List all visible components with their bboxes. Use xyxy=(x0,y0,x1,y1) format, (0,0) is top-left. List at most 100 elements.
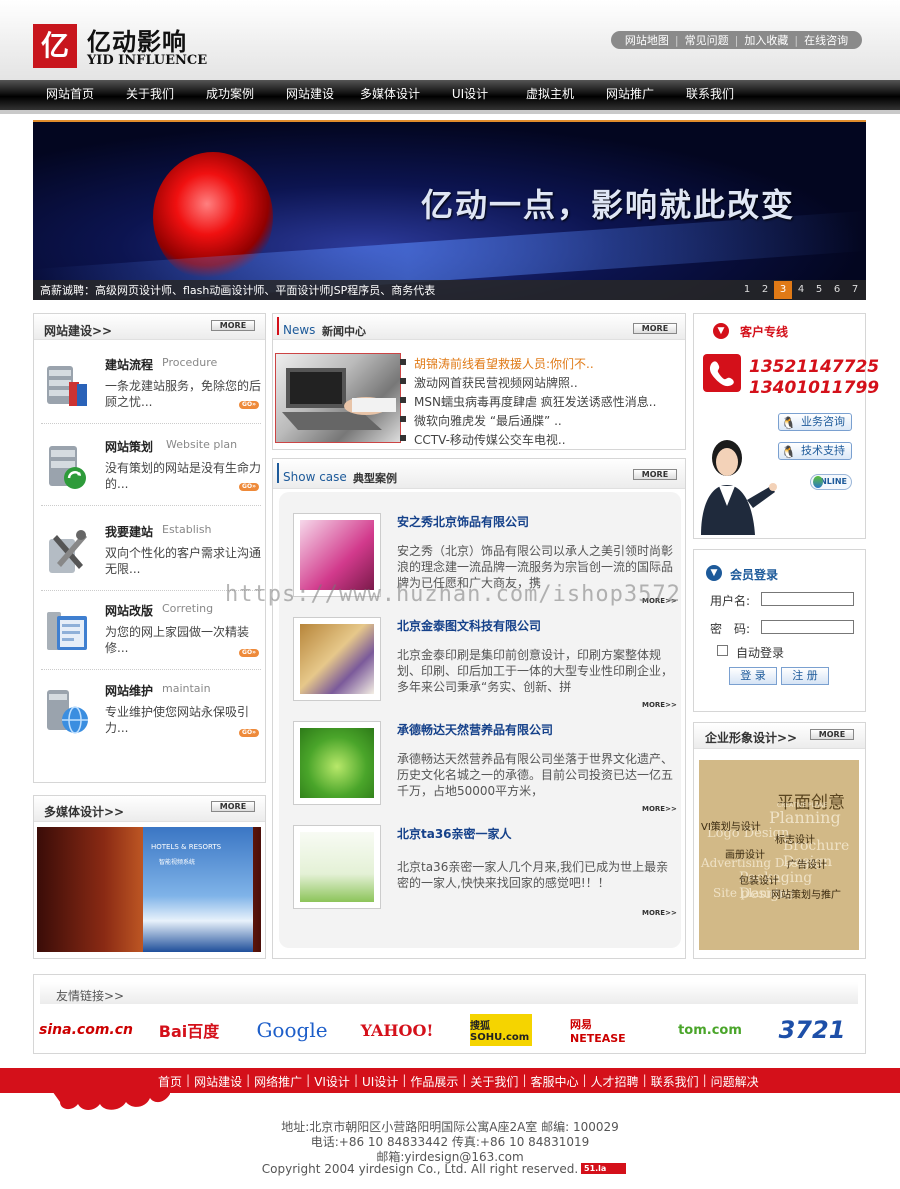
nav-contact[interactable]: 联系我们 xyxy=(670,80,750,110)
banner-page[interactable]: 1 xyxy=(738,281,756,299)
business-consult-button[interactable]: 🐧 业务咨询 xyxy=(778,413,852,431)
footer-link[interactable]: 网站建设 xyxy=(194,1073,242,1090)
partner-3721[interactable]: 3721 xyxy=(776,1012,848,1048)
banner-page[interactable]: 6 xyxy=(828,281,846,299)
nav-promotion[interactable]: 网站推广 xyxy=(590,80,670,110)
cases-more-button[interactable]: MORE xyxy=(633,469,677,480)
news-item[interactable]: 微软向雅虎发 “最后通牒” .. xyxy=(400,412,562,429)
partner-yahoo[interactable]: YAHOO! xyxy=(361,1012,434,1048)
top-link-faq[interactable]: 常见问题 xyxy=(679,32,735,48)
case-thumbnail[interactable] xyxy=(293,617,381,701)
cases-title-cn[interactable]: 典型案例 xyxy=(353,470,397,486)
case-thumbnail[interactable] xyxy=(293,721,381,805)
multimedia-image[interactable]: HOTELS & RESORTS 智能视频系统 xyxy=(37,827,261,952)
username-input[interactable] xyxy=(761,592,854,606)
links-panel-title[interactable]: 友情链接>> xyxy=(56,987,124,1004)
nav-home[interactable]: 网站首页 xyxy=(30,80,110,110)
brand-panel-title[interactable]: 企业形象设计>> xyxy=(705,729,797,746)
nav-cases[interactable]: 成功案例 xyxy=(190,80,270,110)
password-label: 密 码: xyxy=(710,622,751,636)
hotline-phone-2: 13401011799 xyxy=(749,378,880,398)
go-button[interactable]: GO» xyxy=(239,401,259,409)
login-button[interactable]: 登 录 xyxy=(729,667,777,685)
partner-google[interactable]: Google xyxy=(256,1012,327,1048)
footer-link[interactable]: 作品展示 xyxy=(410,1073,458,1090)
news-item[interactable]: 胡锦涛前线看望救援人员:你们不.. xyxy=(400,355,594,372)
nav-multimedia[interactable]: 多媒体设计 xyxy=(350,80,430,110)
password-input[interactable] xyxy=(761,620,854,634)
banner-page[interactable]: 2 xyxy=(756,281,774,299)
case-more-link[interactable]: MORE>> xyxy=(642,909,677,917)
footer-link[interactable]: 问题解决 xyxy=(711,1073,759,1090)
login-arrow-icon: ▼ xyxy=(706,565,722,581)
multimedia-more-button[interactable]: MORE xyxy=(211,801,255,812)
partner-baidu[interactable]: Bai百度 xyxy=(153,1012,225,1048)
top-link-bookmark[interactable]: 加入收藏 xyxy=(738,32,794,48)
case-title[interactable]: 安之秀北京饰品有限公司 xyxy=(397,513,529,530)
footer-link[interactable]: 联系我们 xyxy=(651,1073,699,1090)
tech-support-button[interactable]: 🐧 技术支持 xyxy=(778,442,852,460)
tom-logo: tom.com xyxy=(678,1022,742,1038)
partner-sohu[interactable]: 搜狐 SOHU.com xyxy=(470,1014,532,1046)
services-more-button[interactable]: MORE xyxy=(211,320,255,331)
register-button[interactable]: 注 册 xyxy=(781,667,829,685)
news-more-button[interactable]: MORE xyxy=(633,323,677,334)
case-more-link[interactable]: MORE>> xyxy=(642,701,677,709)
tools-icon xyxy=(49,530,87,573)
news-item[interactable]: MSN蠕虫病毒再度肆虐 疯狂发送诱惑性消息.. xyxy=(399,393,656,410)
go-button[interactable]: GO» xyxy=(239,729,259,737)
nav-website[interactable]: 网站建设 xyxy=(270,80,350,110)
nav-hosting[interactable]: 虚拟主机 xyxy=(510,80,590,110)
footer-link[interactable]: 首页 xyxy=(158,1073,182,1090)
footer-link[interactable]: VI设计 xyxy=(314,1073,350,1090)
service-item-procedure[interactable]: 建站流程 Procedure 一条龙建站服务，免除您的后顾之忧... GO» xyxy=(41,346,261,424)
case-title[interactable]: 承德畅达天然营养品有限公司 xyxy=(397,721,553,738)
nav-ui[interactable]: UI设计 xyxy=(430,80,510,110)
banner-page-active[interactable]: 3 xyxy=(774,281,792,299)
multimedia-panel-title[interactable]: 多媒体设计>> xyxy=(44,803,124,820)
service-item-establish[interactable]: 我要建站 Establish 双向个性化的客户需求让沟通无限... xyxy=(41,513,261,591)
msn-online-button[interactable]: ONLINE xyxy=(810,474,852,490)
news-title-cn[interactable]: 新闻中心 xyxy=(322,323,366,339)
footer-link[interactable]: 关于我们 xyxy=(470,1073,518,1090)
brand-more-button[interactable]: MORE xyxy=(810,729,854,740)
watermark: https://www.huzhan.com/ishop3572 xyxy=(225,582,681,607)
banner-page[interactable]: 7 xyxy=(846,281,864,299)
partner-netease[interactable]: 网易 NETEASE xyxy=(570,1012,640,1048)
case-desc: 承德畅达天然营养品有限公司坐落于世界文化遗产、历史文化名城之一的承德。目前公司投… xyxy=(397,752,674,798)
auto-login-checkbox[interactable] xyxy=(717,645,728,656)
footer-link[interactable]: 人才招聘 xyxy=(591,1073,639,1090)
logo-name-cn[interactable]: 亿动影响 xyxy=(87,22,187,57)
partner-tom[interactable]: tom.com xyxy=(675,1012,745,1048)
design-line: VI策划与设计 xyxy=(701,822,761,833)
go-button[interactable]: GO» xyxy=(239,483,259,491)
logo-mark[interactable]: 亿 xyxy=(33,24,77,68)
footer-link[interactable]: 网络推广 xyxy=(254,1073,302,1090)
banner-ticker[interactable]: 高薪诚聘：高级网页设计师、flash动画设计师、平面设计师JSP程序员、商务代表 xyxy=(40,282,435,298)
stats-badge[interactable]: 51.la xyxy=(581,1163,626,1174)
graphic-design-image[interactable]: 平面创意 CREATIVE PLANE Planning Logo Design… xyxy=(699,760,859,950)
news-title-en: News xyxy=(283,323,316,337)
news-item[interactable]: CCTV-移动传媒公交车电视.. xyxy=(400,431,566,448)
news-laptop-image[interactable] xyxy=(275,353,401,443)
footer-link[interactable]: 客服中心 xyxy=(530,1073,578,1090)
case-more-link[interactable]: MORE>> xyxy=(642,805,677,813)
news-item[interactable]: 激动网首获民营视频网站牌照.. xyxy=(400,374,578,391)
case-title[interactable]: 北京金泰图文科技有限公司 xyxy=(397,617,541,634)
banner-page[interactable]: 4 xyxy=(792,281,810,299)
banner-page[interactable]: 5 xyxy=(810,281,828,299)
service-item-maintain[interactable]: 网站维护 maintain 专业维护使您网站永保吸引力... GO» xyxy=(41,672,261,750)
nav-about[interactable]: 关于我们 xyxy=(110,80,190,110)
footer-link[interactable]: UI设计 xyxy=(362,1073,398,1090)
service-item-plan[interactable]: 网站策划 Website plan 没有策划的网站是没有生命力的... GO» xyxy=(41,428,261,506)
services-panel-title[interactable]: 网站建设>> xyxy=(44,322,112,339)
partner-sina[interactable]: sina.com.cn xyxy=(39,1012,133,1048)
case-title[interactable]: 北京ta36亲密一家人 xyxy=(397,825,512,842)
logo-name-en[interactable]: YID INFLUENCE xyxy=(87,53,207,68)
sina-logo: sina.com.cn xyxy=(39,1022,133,1038)
go-button[interactable]: GO» xyxy=(239,649,259,657)
case-thumbnail[interactable] xyxy=(293,825,381,909)
top-link-sitemap[interactable]: 网站地图 xyxy=(619,32,675,48)
3721-logo: 3721 xyxy=(778,1016,846,1044)
top-link-consult[interactable]: 在线咨询 xyxy=(798,32,854,48)
